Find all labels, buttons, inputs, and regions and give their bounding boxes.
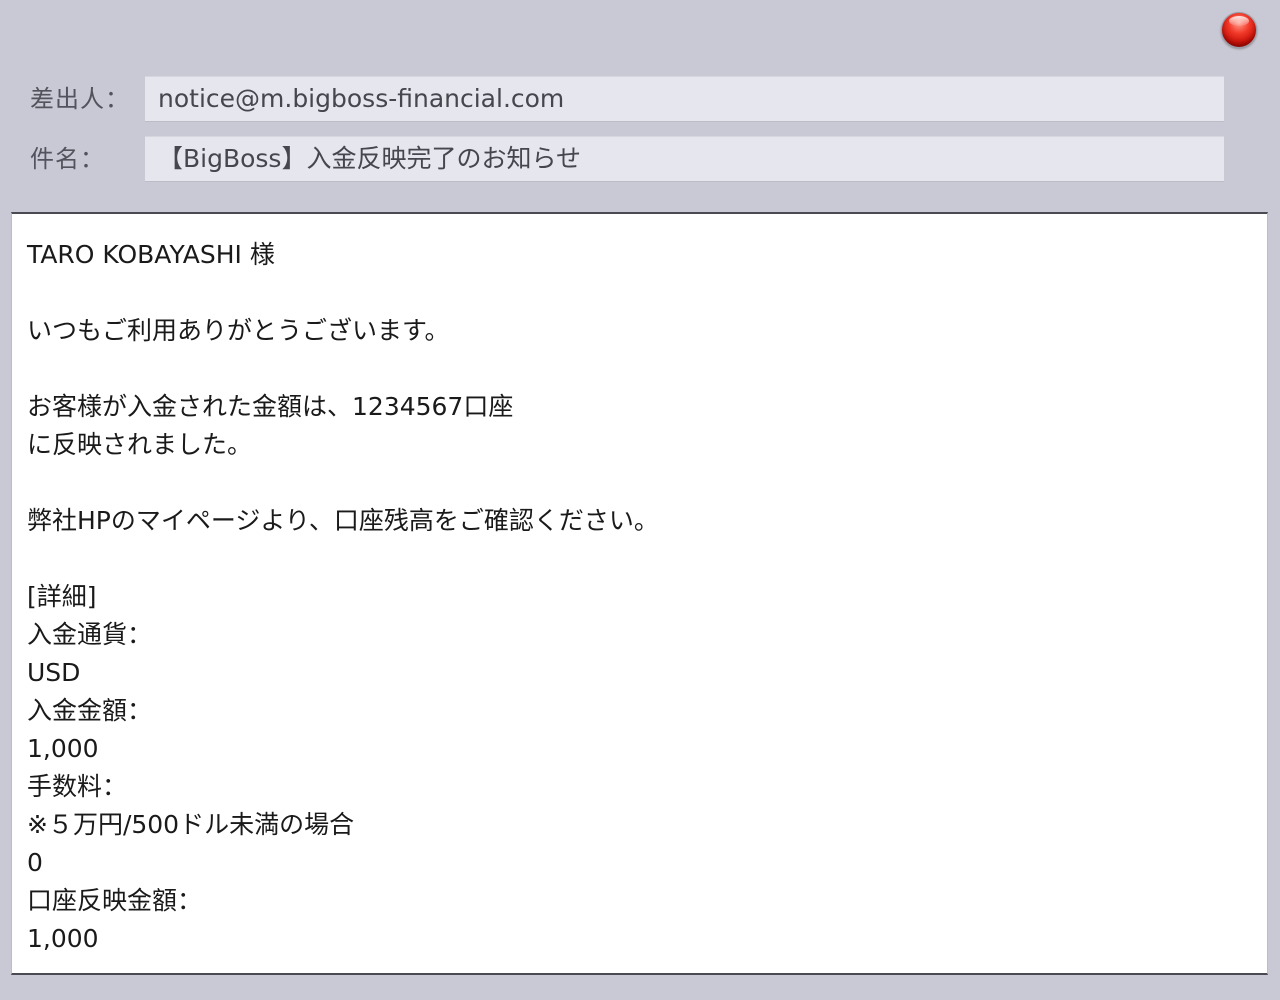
from-row: 差出人： notice@m.bigboss-financial.com — [0, 74, 1280, 124]
credited-amount-value: 1,000 — [27, 924, 99, 953]
deposit-amount-label: 入金金額： — [27, 696, 153, 725]
from-label: 差出人： — [30, 85, 130, 113]
subject-label: 件名： — [30, 145, 105, 173]
close-button[interactable] — [1221, 12, 1257, 48]
subject-row: 件名： 【BigBoss】入金反映完了のお知らせ — [0, 134, 1280, 184]
credited-amount-label: 口座反映金額： — [27, 886, 203, 915]
fee-value: 0 — [27, 848, 43, 877]
message-text: TARO KOBAYASHI 様 いつもご利用ありがとうございます。 お客様が入… — [27, 236, 1247, 958]
fee-label: 手数料： — [27, 772, 128, 801]
confirm-balance-line: 弊社HPのマイページより、口座残高をご確認ください。 — [27, 506, 659, 535]
email-window: 差出人： notice@m.bigboss-financial.com 件名： … — [0, 0, 1280, 1000]
thanks-line: いつもご利用ありがとうございます。 — [27, 316, 450, 345]
currency-label: 入金通貨： — [27, 620, 153, 649]
message-body[interactable]: TARO KOBAYASHI 様 いつもご利用ありがとうございます。 お客様が入… — [11, 212, 1268, 975]
deposit-notice-line: お客様が入金された金額は、1234567口座 — [27, 392, 514, 421]
deposit-notice-line: に反映されました。 — [27, 430, 253, 459]
from-field[interactable]: notice@m.bigboss-financial.com — [145, 76, 1224, 122]
fee-note: ※５万円/500ドル未満の場合 — [27, 810, 355, 839]
greeting-line: TARO KOBAYASHI 様 — [27, 240, 275, 269]
deposit-amount-value: 1,000 — [27, 734, 99, 763]
details-heading: [詳細] — [27, 582, 97, 611]
currency-value: USD — [27, 658, 81, 687]
subject-field[interactable]: 【BigBoss】入金反映完了のお知らせ — [145, 136, 1224, 182]
